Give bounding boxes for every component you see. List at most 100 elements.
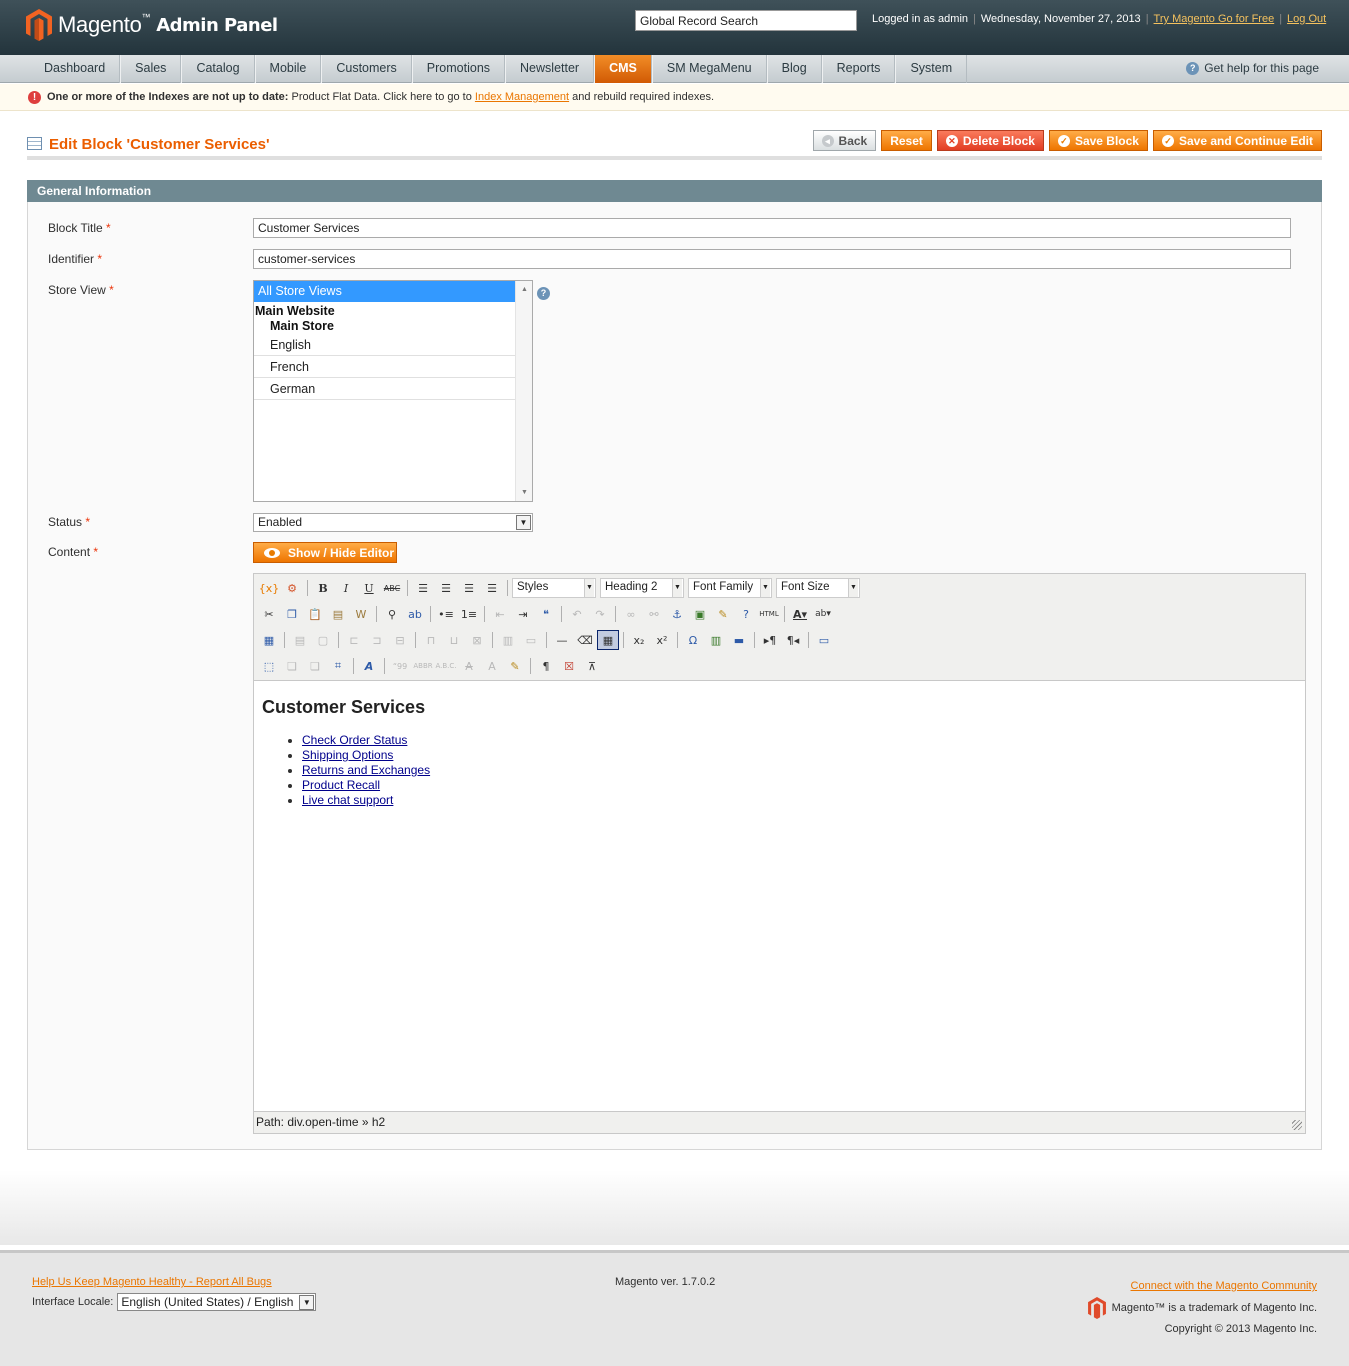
nav-catalog[interactable]: Catalog: [181, 55, 255, 83]
absolute-icon[interactable]: ⌗: [327, 656, 349, 676]
nav-system[interactable]: System: [895, 55, 968, 83]
pagebreak-icon[interactable]: ⊼: [581, 656, 603, 676]
store-view-help-icon[interactable]: ?: [537, 287, 550, 300]
background-color-icon[interactable]: ab▾: [812, 604, 834, 624]
strikethrough-icon[interactable]: ABC: [381, 578, 403, 598]
insert-layer-icon[interactable]: ⬚: [258, 656, 280, 676]
acronym-icon[interactable]: A.B.C.: [435, 656, 457, 676]
shipping-options-link[interactable]: Shipping Options: [302, 748, 393, 762]
returns-exchanges-link[interactable]: Returns and Exchanges: [302, 763, 430, 777]
visual-aid-icon[interactable]: ▦: [597, 630, 619, 650]
nav-cms[interactable]: CMS: [594, 55, 652, 83]
bold-icon[interactable]: B: [312, 578, 334, 598]
delete-block-button[interactable]: ✕ Delete Block: [936, 130, 1044, 151]
cell-props-icon[interactable]: ▢: [312, 630, 334, 650]
move-backward-icon[interactable]: ❏: [304, 656, 326, 676]
block-title-input[interactable]: [253, 218, 1291, 238]
insert-variable-icon[interactable]: {x}: [258, 578, 280, 598]
magento-logo[interactable]: Magento™ Admin Panel: [26, 9, 278, 41]
save-continue-button[interactable]: ✓ Save and Continue Edit: [1152, 130, 1322, 151]
nav-customers[interactable]: Customers: [321, 55, 412, 83]
blockquote-icon[interactable]: ❝: [535, 604, 557, 624]
align-center-icon[interactable]: ☰: [435, 578, 457, 598]
store-view-scrollbar[interactable]: ▲ ▼: [515, 281, 532, 501]
resize-grip-icon[interactable]: [1292, 1120, 1302, 1130]
font-size-select[interactable]: Font Size ▼: [776, 578, 860, 598]
store-option-german[interactable]: German: [254, 378, 516, 400]
insert-row-before-icon[interactable]: ⊏: [343, 630, 365, 650]
html-source-icon[interactable]: HTML: [758, 604, 780, 624]
scroll-down-icon[interactable]: ▼: [521, 489, 528, 496]
check-order-status-link[interactable]: Check Order Status: [302, 733, 407, 747]
style-props-icon[interactable]: A: [358, 656, 380, 676]
locale-select[interactable]: English (United States) / English ▼: [117, 1293, 317, 1311]
merge-cells-icon[interactable]: ▭: [520, 630, 542, 650]
copy-icon[interactable]: ❐: [281, 604, 303, 624]
live-chat-link[interactable]: Live chat support: [302, 793, 393, 807]
status-select[interactable]: Enabled ▼: [253, 513, 533, 532]
show-hide-editor-button[interactable]: Show / Hide Editor: [253, 542, 397, 563]
nav-dashboard[interactable]: Dashboard: [30, 55, 121, 83]
store-option-french[interactable]: French: [254, 356, 516, 378]
media-icon[interactable]: ▥: [705, 630, 727, 650]
align-justify-icon[interactable]: ☰: [481, 578, 503, 598]
help-link[interactable]: ? Get help for this page: [1186, 61, 1319, 75]
replace-icon[interactable]: ab: [404, 604, 426, 624]
find-icon[interactable]: ⚲: [381, 604, 403, 624]
split-cells-icon[interactable]: ▥: [497, 630, 519, 650]
align-left-icon[interactable]: ☰: [412, 578, 434, 598]
format-select[interactable]: Heading 2 ▼: [600, 578, 684, 598]
global-search-input[interactable]: [635, 10, 857, 31]
paste-text-icon[interactable]: ▤: [327, 604, 349, 624]
nav-sm-megamenu[interactable]: SM MegaMenu: [651, 55, 767, 83]
try-magento-go-link[interactable]: Try Magento Go for Free: [1154, 13, 1275, 25]
row-props-icon[interactable]: ▤: [289, 630, 311, 650]
nav-sales[interactable]: Sales: [120, 55, 182, 83]
store-view-multiselect[interactable]: All Store Views Main Website Main Store …: [253, 280, 533, 502]
nav-newsletter[interactable]: Newsletter: [505, 55, 595, 83]
del-icon[interactable]: A: [458, 656, 480, 676]
outdent-icon[interactable]: ⇤: [489, 604, 511, 624]
superscript-icon[interactable]: x²: [651, 630, 673, 650]
store-option-english[interactable]: English: [254, 334, 516, 356]
undo-icon[interactable]: ↶: [566, 604, 588, 624]
product-recall-link[interactable]: Product Recall: [302, 778, 380, 792]
indent-icon[interactable]: ⇥: [512, 604, 534, 624]
store-option-all[interactable]: All Store Views: [254, 281, 516, 302]
special-char-icon[interactable]: Ω: [682, 630, 704, 650]
community-link[interactable]: Connect with the Magento Community: [1131, 1280, 1317, 1292]
anchor-icon[interactable]: ⚓: [666, 604, 688, 624]
visual-chars-icon[interactable]: ☒: [558, 656, 580, 676]
abbr-icon[interactable]: ABBR: [412, 656, 434, 676]
identifier-input[interactable]: [253, 249, 1291, 269]
link-icon[interactable]: ∞: [620, 604, 642, 624]
font-family-select[interactable]: Font Family ▼: [688, 578, 772, 598]
delete-col-icon[interactable]: ⊠: [466, 630, 488, 650]
paste-word-icon[interactable]: W: [350, 604, 372, 624]
remove-format-icon[interactable]: ⌫: [574, 630, 596, 650]
redo-icon[interactable]: ↷: [589, 604, 611, 624]
back-button[interactable]: ◂ Back: [812, 130, 877, 151]
rtl-icon[interactable]: ¶◂: [782, 630, 804, 650]
ins-icon[interactable]: A: [481, 656, 503, 676]
underline-icon[interactable]: U: [358, 578, 380, 598]
paste-icon[interactable]: 📋: [304, 604, 326, 624]
attribs-icon[interactable]: ✎: [504, 656, 526, 676]
insert-table-icon[interactable]: ▦: [258, 630, 280, 650]
logout-link[interactable]: Log Out: [1287, 13, 1326, 25]
report-bugs-link[interactable]: Help Us Keep Magento Healthy - Report Al…: [32, 1276, 272, 1288]
align-right-icon[interactable]: ☰: [458, 578, 480, 598]
cleanup-icon[interactable]: ✎: [712, 604, 734, 624]
numbered-list-icon[interactable]: 1≡: [458, 604, 480, 624]
move-forward-icon[interactable]: ❏: [281, 656, 303, 676]
cite-icon[interactable]: “99: [389, 656, 411, 676]
nav-mobile[interactable]: Mobile: [254, 55, 322, 83]
nav-reports[interactable]: Reports: [821, 55, 896, 83]
nav-blog[interactable]: Blog: [766, 55, 822, 83]
italic-icon[interactable]: I: [335, 578, 357, 598]
insert-row-after-icon[interactable]: ⊐: [366, 630, 388, 650]
insert-widget-icon[interactable]: ⚙: [281, 578, 303, 598]
ltr-icon[interactable]: ▸¶: [759, 630, 781, 650]
index-management-link[interactable]: Index Management: [475, 91, 569, 103]
delete-row-icon[interactable]: ⊟: [389, 630, 411, 650]
